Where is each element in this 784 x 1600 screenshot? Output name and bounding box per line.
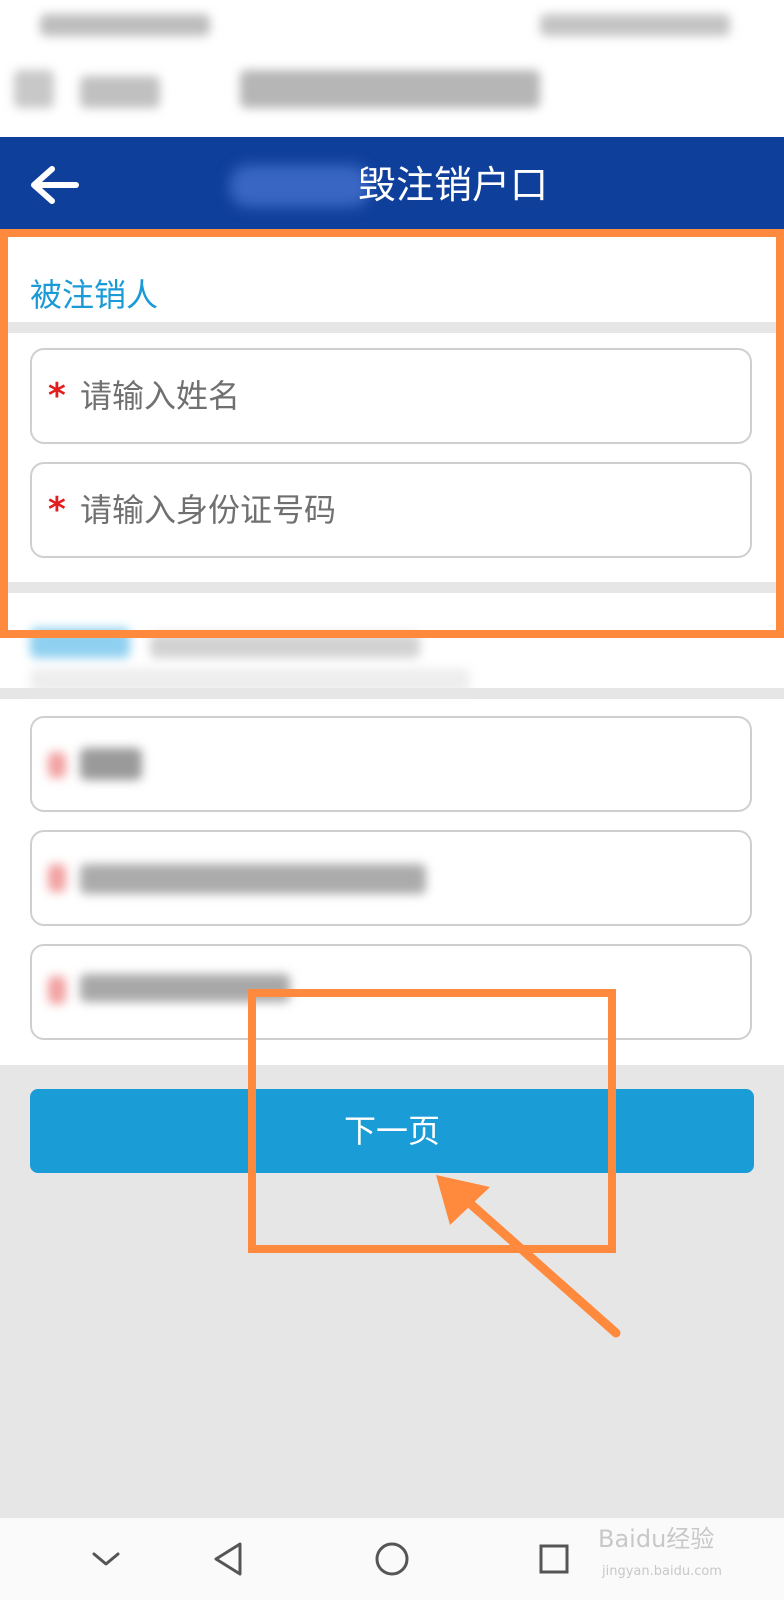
blurred-status-right — [540, 14, 730, 36]
square-recent-icon[interactable] — [524, 1532, 584, 1586]
app-header: 毁注销户口 — [0, 137, 784, 232]
blurred-required-mark — [48, 752, 66, 778]
blurred-url-right — [240, 70, 540, 108]
blurred-url-left — [14, 70, 54, 108]
status-bar — [0, 0, 784, 137]
blurred-url-mid — [80, 76, 160, 108]
page-title: 毁注销户口 — [358, 163, 549, 207]
triangle-back-icon[interactable] — [198, 1532, 258, 1586]
circle-home-icon[interactable] — [362, 1532, 422, 1586]
baidu-watermark-url: jingyan.baidu.com — [602, 1564, 722, 1579]
blurred-field-text — [80, 864, 426, 894]
annotation-arrow-icon — [436, 1175, 621, 1338]
system-nav-bar: Baidu经验 jingyan.baidu.com — [0, 1518, 784, 1600]
baidu-watermark: Baidu经验 — [598, 1525, 715, 1553]
blurred-field-text — [80, 748, 142, 780]
chevron-down-icon[interactable] — [76, 1532, 136, 1586]
obscured-field-1[interactable] — [30, 716, 752, 812]
obscured-field-2[interactable] — [30, 830, 752, 926]
blurred-status-left — [40, 14, 210, 36]
blurred-required-mark — [48, 864, 66, 892]
back-arrow-icon[interactable] — [26, 163, 82, 207]
highlight-box-form — [0, 229, 784, 638]
section-divider — [0, 688, 784, 699]
blurred-title-part — [230, 165, 370, 207]
blurred-required-mark — [48, 976, 66, 1004]
